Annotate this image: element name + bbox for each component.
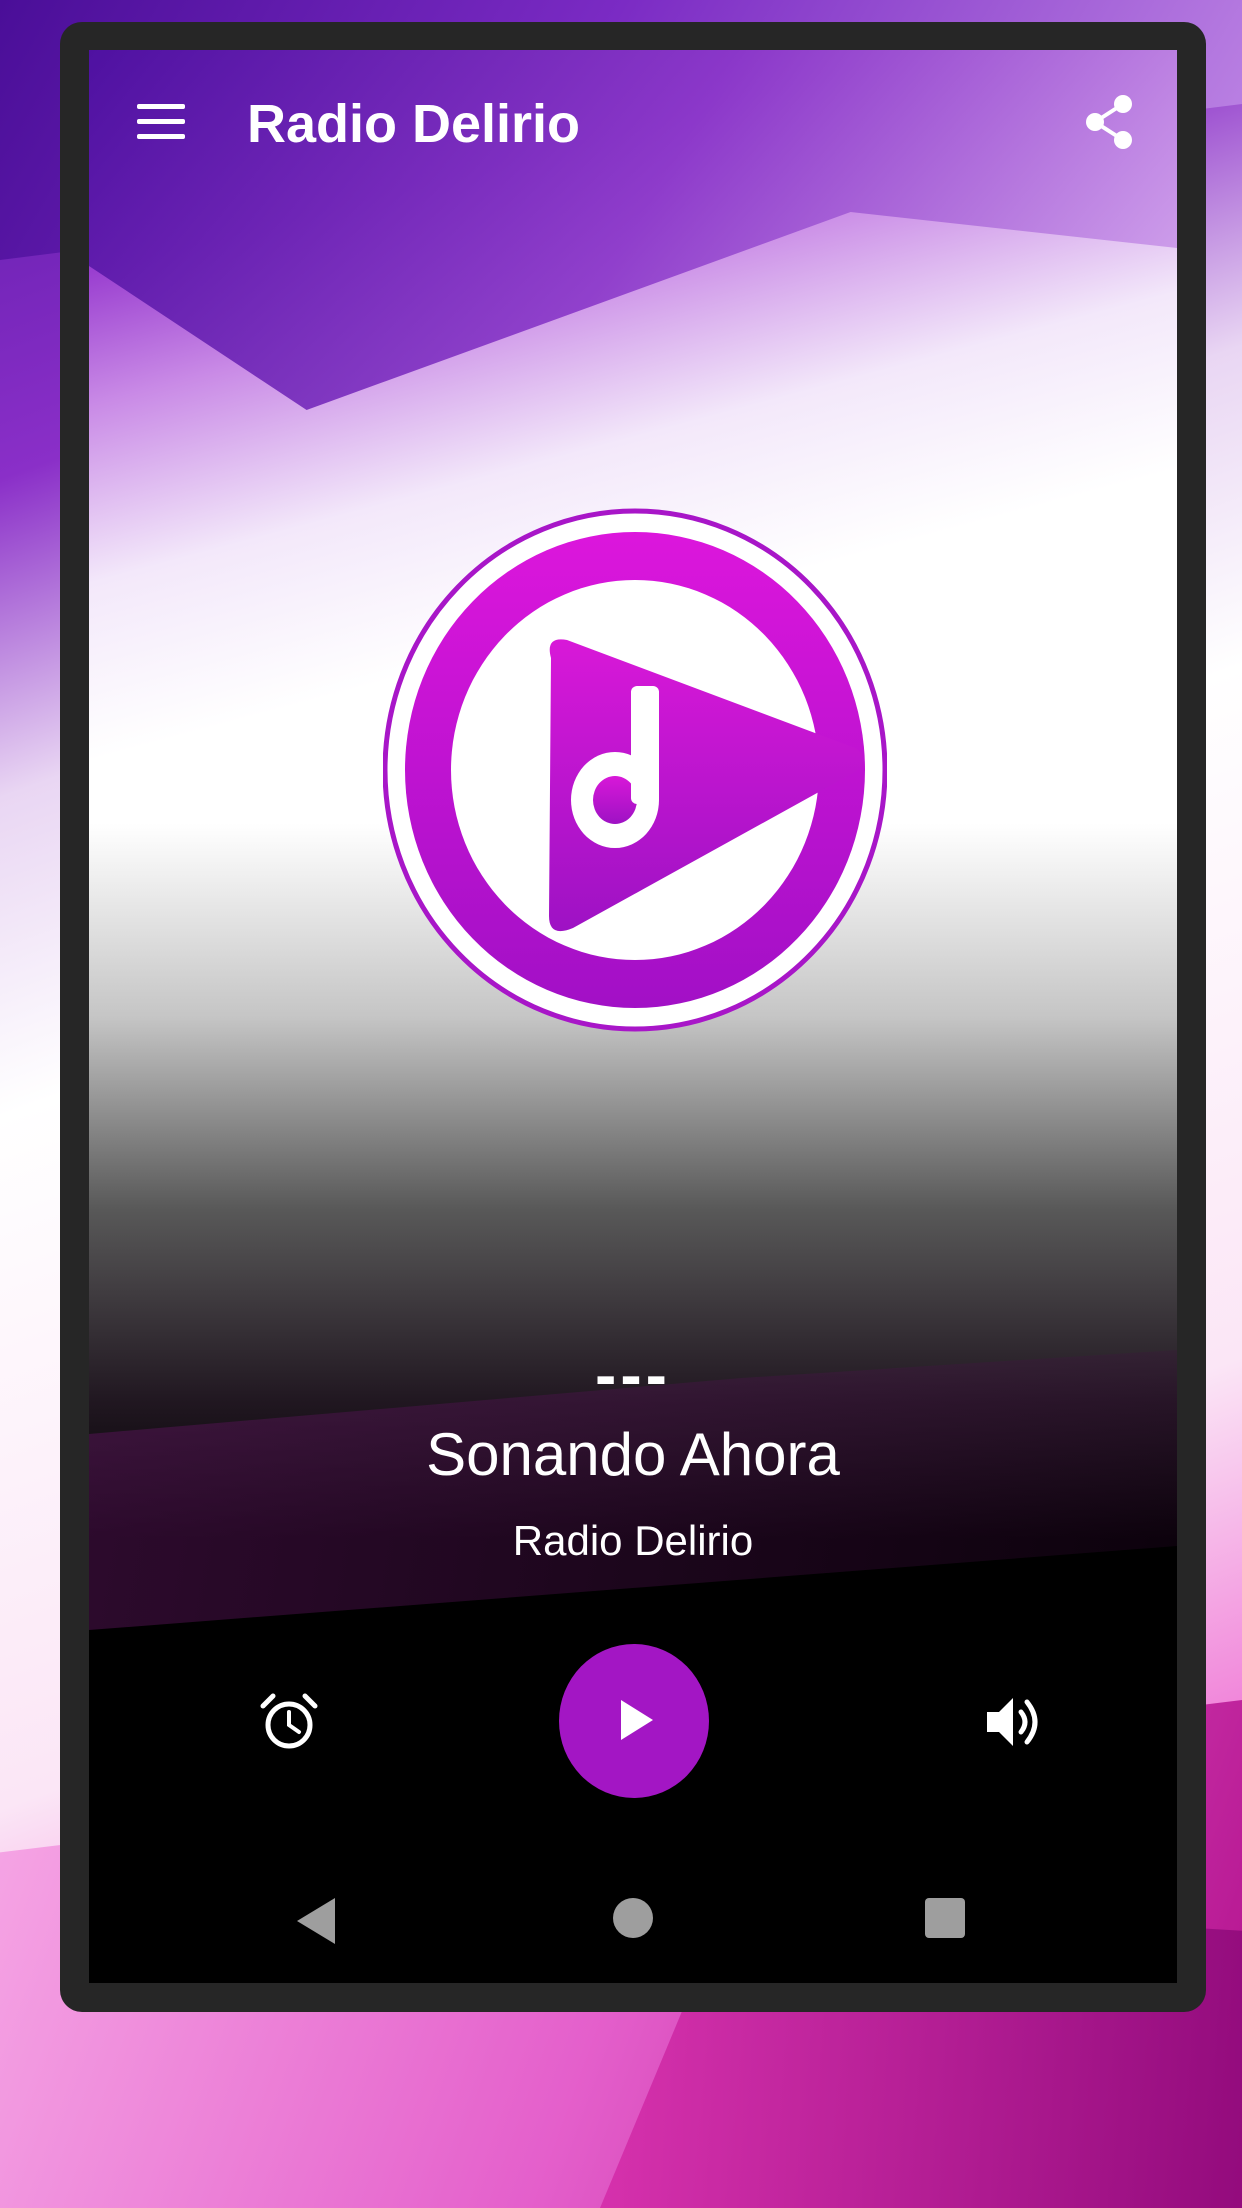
app-bar: Radio Delirio [89,50,1177,190]
now-playing-label: Sonando Ahora [426,1421,840,1488]
play-button[interactable] [559,1644,709,1798]
hamburger-menu-icon[interactable] [133,94,189,150]
system-nav-bar [89,1870,1177,1983]
play-icon [621,1700,653,1740]
volume-icon[interactable] [981,1690,1047,1754]
track-title: --- [595,1339,671,1411]
back-triangle-icon[interactable] [295,1896,339,1946]
recent-square-icon[interactable] [925,1898,965,1938]
app-screen: Radio Delirio --- Sonando Ahora Radio De… [89,50,1177,1983]
alarm-clock-icon[interactable] [257,1690,321,1754]
station-name: Radio Delirio [512,1517,754,1564]
music-note-play-logo [382,508,888,1032]
app-title: Radio Delirio [247,94,581,154]
share-icon[interactable] [1077,90,1141,154]
phone-frame: Radio Delirio --- Sonando Ahora Radio De… [60,22,1206,2012]
home-circle-icon[interactable] [613,1898,653,1938]
